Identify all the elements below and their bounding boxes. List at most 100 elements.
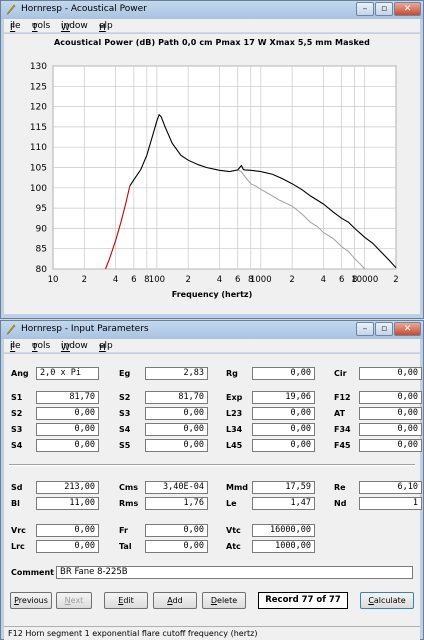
x-tick-label: 6 xyxy=(339,275,344,285)
field-atc[interactable]: 1000,00 xyxy=(252,540,315,553)
menu-tools-2[interactable]: Tools xyxy=(32,341,50,353)
field-nd[interactable]: 1 xyxy=(359,497,422,510)
field-s4-row5[interactable]: 0,00 xyxy=(36,439,99,452)
comment-field[interactable]: BR Fane 8-225B xyxy=(56,566,413,579)
menu-help-2[interactable]: Help xyxy=(99,341,113,353)
maximize-button-2[interactable]: ▫ xyxy=(375,322,393,336)
hornresp-app-icon-2 xyxy=(6,324,16,335)
close-button[interactable]: ✕ xyxy=(394,2,421,16)
field-l34[interactable]: 0,00 xyxy=(252,423,315,436)
field-le[interactable]: 1,47 xyxy=(252,497,315,510)
field-fr[interactable]: 0,00 xyxy=(145,524,208,537)
calculate-label-rest: alculate xyxy=(373,596,406,605)
field-exp[interactable]: 19,06 xyxy=(252,391,315,404)
field-bl[interactable]: 11,00 xyxy=(36,497,99,510)
x-tick-label: 2 xyxy=(289,275,294,285)
menu-window[interactable]: Window xyxy=(61,21,88,33)
field-mmd[interactable]: 17,59 xyxy=(252,481,315,494)
field-eg[interactable]: 2,83 xyxy=(145,367,208,380)
minimize-button[interactable]: – xyxy=(356,2,374,16)
label-s2: S2 xyxy=(119,393,131,402)
field-cir[interactable]: 0,00 xyxy=(359,367,422,380)
x-tick-label: 10 xyxy=(48,275,59,285)
field-cms[interactable]: 3,40E-04 xyxy=(145,481,208,494)
label-sd: Sd xyxy=(11,483,23,492)
label-f34: F34 xyxy=(334,425,351,434)
label-lrc: Lrc xyxy=(11,542,25,551)
y-tick-label: 130 xyxy=(30,62,47,72)
field-s2-row3[interactable]: 0,00 xyxy=(36,407,99,420)
x-tick-label: 2 xyxy=(185,275,190,285)
menu-file-2[interactable]: File xyxy=(10,341,21,353)
x-tick-label: 4 xyxy=(321,275,326,285)
y-tick-label: 105 xyxy=(30,164,47,174)
menu-help[interactable]: Help xyxy=(99,21,113,33)
menu-file[interactable]: File xyxy=(10,21,21,33)
add-button[interactable]: Add xyxy=(153,592,197,609)
label-cir: Cir xyxy=(334,369,347,378)
label-l34: L34 xyxy=(226,425,243,434)
field-l23[interactable]: 0,00 xyxy=(252,407,315,420)
label-nd: Nd xyxy=(334,499,347,508)
menu-window-2[interactable]: Window xyxy=(61,341,88,353)
field-f12[interactable]: 0,00 xyxy=(359,391,422,404)
field-lrc[interactable]: 0,00 xyxy=(36,540,99,553)
label-f45: F45 xyxy=(334,441,351,450)
label-vrc: Vrc xyxy=(11,526,26,535)
edit-label-rest: dit xyxy=(123,596,134,605)
label-at: AT xyxy=(334,409,346,418)
label-vtc: Vtc xyxy=(226,526,241,535)
record-indicator: Record 77 of 77 xyxy=(258,592,348,609)
y-tick-label: 120 xyxy=(30,103,47,113)
add-label-rest: dd xyxy=(172,596,183,605)
field-s4[interactable]: 0,00 xyxy=(145,423,208,436)
next-button[interactable]: Next xyxy=(56,592,92,609)
field-vtc[interactable]: 16000,00 xyxy=(252,524,315,537)
title-bar[interactable]: Hornresp - Acoustical Power – ▫ ✕ xyxy=(1,1,423,19)
label-ang: Ang xyxy=(11,369,29,378)
next-label-rest: ext xyxy=(70,596,84,605)
x-tick-label: 1000 xyxy=(250,275,272,285)
close-button-2[interactable]: ✕ xyxy=(394,322,421,336)
graph-area: Acoustical Power (dB) Path 0,0 cm Pmax 1… xyxy=(4,34,420,314)
y-tick-label: 80 xyxy=(36,265,48,275)
field-s5[interactable]: 0,00 xyxy=(145,439,208,452)
menu-tools[interactable]: Tools xyxy=(32,21,50,33)
parameters-panel: Ang S1 S2 S3 S4 Eg S2 S3 S4 S5 Rg Exp L2… xyxy=(4,354,422,640)
field-f34[interactable]: 0,00 xyxy=(359,423,422,436)
label-s4-row5: S4 xyxy=(11,441,23,450)
y-tick-label: 85 xyxy=(36,245,47,255)
acoustical-power-window: Hornresp - Acoustical Power – ▫ ✕ File T… xyxy=(0,0,424,319)
field-at[interactable]: 0,00 xyxy=(359,407,422,420)
minimize-button-2[interactable]: – xyxy=(356,322,374,336)
label-s1: S1 xyxy=(11,393,23,402)
label-atc: Atc xyxy=(226,542,241,551)
label-s3-row4: S3 xyxy=(11,425,23,434)
field-s3-row4[interactable]: 0,00 xyxy=(36,423,99,436)
title-bar-2[interactable]: Hornresp - Input Parameters – ▫ ✕ xyxy=(1,321,423,339)
field-vrc[interactable]: 0,00 xyxy=(36,524,99,537)
field-rms[interactable]: 1,76 xyxy=(145,497,208,510)
edit-button[interactable]: Edit xyxy=(104,592,148,609)
maximize-button[interactable]: ▫ xyxy=(375,2,393,16)
y-tick-label: 115 xyxy=(30,123,47,133)
delete-label-rest: elete xyxy=(217,596,238,605)
calculate-button[interactable]: Calculate xyxy=(360,592,414,609)
menu-bar: File Tools Window Help xyxy=(4,19,420,33)
field-rg[interactable]: 0,00 xyxy=(252,367,315,380)
field-ang[interactable]: 2,0 x Pi xyxy=(36,367,99,380)
input-parameters-window: Hornresp - Input Parameters – ▫ ✕ File T… xyxy=(0,320,424,640)
x-tick-label: 2 xyxy=(393,275,398,285)
acoustical-power-chart: 1301251201151101051009590858010 2 4 6 8 100 2 4… xyxy=(30,62,399,285)
previous-button[interactable]: Previous xyxy=(10,592,52,609)
field-s3[interactable]: 0,00 xyxy=(145,407,208,420)
field-sd[interactable]: 213,00 xyxy=(36,481,99,494)
field-tal[interactable]: 0,00 xyxy=(145,540,208,553)
x-tick-label: 6 xyxy=(131,275,136,285)
field-s2[interactable]: 81,70 xyxy=(145,391,208,404)
field-s1[interactable]: 81,70 xyxy=(36,391,99,404)
field-f45[interactable]: 0,00 xyxy=(359,439,422,452)
field-re[interactable]: 6,10 xyxy=(359,481,422,494)
delete-button[interactable]: Delete xyxy=(202,592,246,609)
field-l45[interactable]: 0,00 xyxy=(252,439,315,452)
